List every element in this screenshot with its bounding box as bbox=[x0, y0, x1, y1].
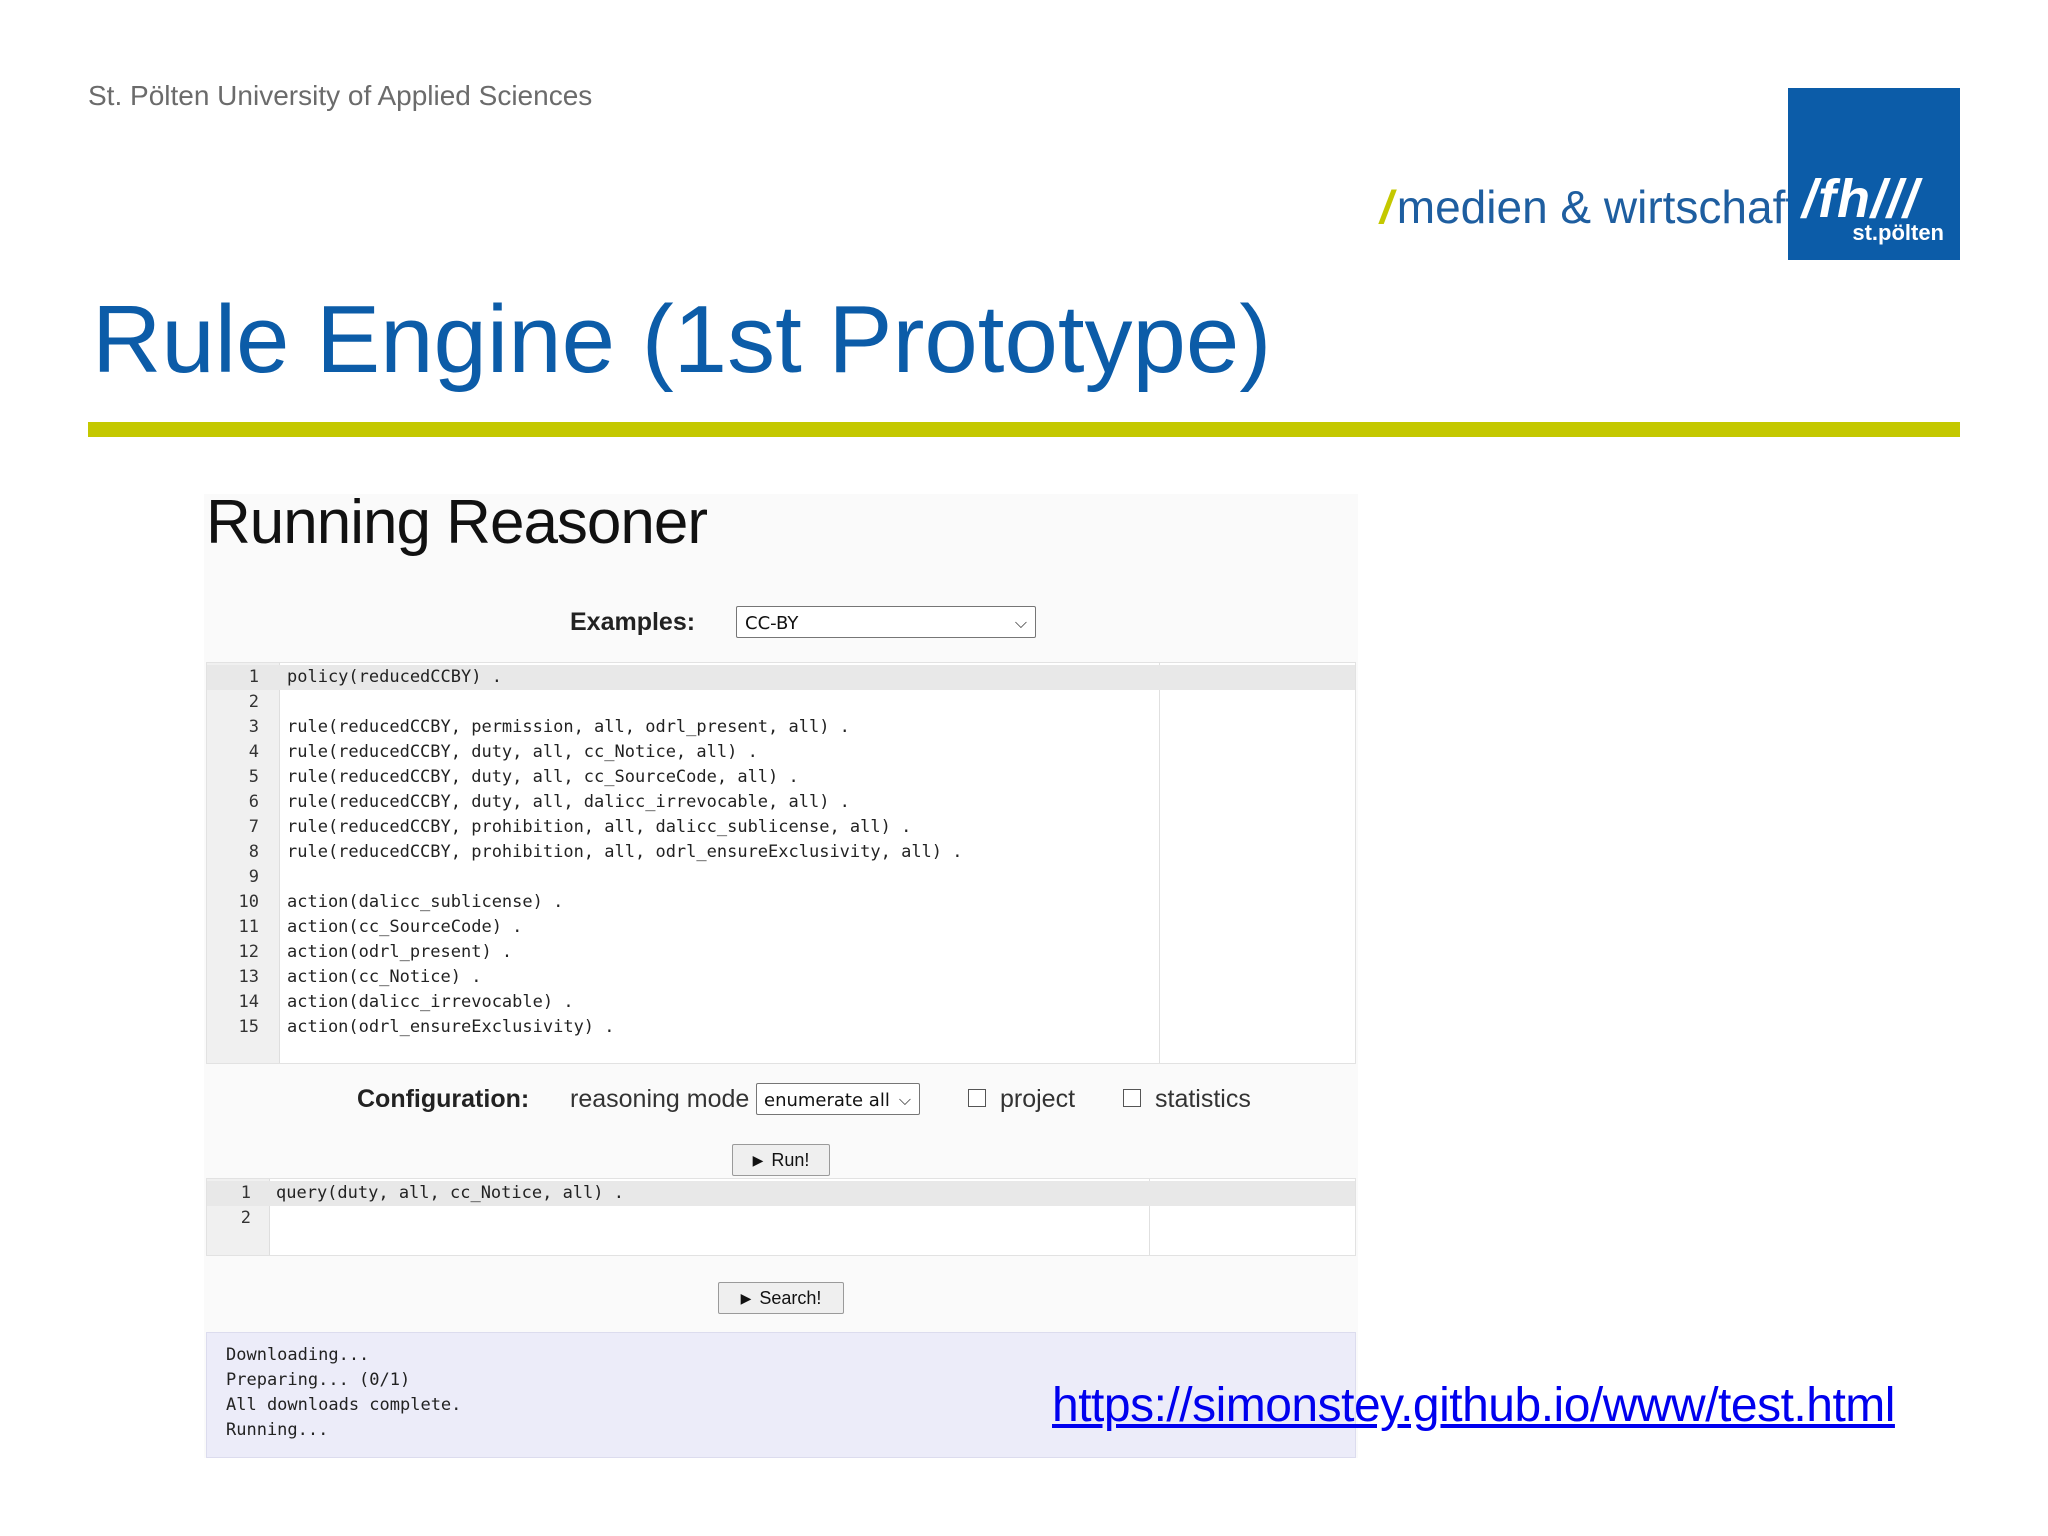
output-line: Preparing... (0/1) bbox=[226, 1370, 411, 1390]
project-checkbox[interactable] bbox=[968, 1089, 986, 1107]
line-number: 14 bbox=[238, 992, 259, 1012]
code-line: 14 action(dalicc_irrevocable) . bbox=[207, 990, 1355, 1015]
logo-main-text: /fh/// bbox=[1802, 169, 1919, 229]
line-number: 3 bbox=[248, 717, 259, 737]
line-number: 5 bbox=[248, 767, 259, 787]
statistics-checkbox[interactable] bbox=[1123, 1089, 1141, 1107]
line-number: 4 bbox=[248, 742, 259, 762]
logo-sub-text: st.pölten bbox=[1852, 220, 1944, 245]
code-text: action(dalicc_sublicense) . bbox=[287, 892, 564, 912]
output-line: Downloading... bbox=[226, 1345, 370, 1365]
line-number: 8 bbox=[248, 842, 259, 862]
line-number: 1 bbox=[248, 667, 259, 687]
program-editor[interactable]: 1 policy(reducedCCBY) . 2 3 rule(reducedCCBY… bbox=[206, 662, 1356, 1064]
line-number: 13 bbox=[238, 967, 259, 987]
play-icon: ▶ bbox=[752, 1151, 764, 1168]
statistics-label: statistics bbox=[1155, 1085, 1251, 1113]
line-number: 6 bbox=[248, 792, 259, 812]
code-line: 12 action(odrl_present) . bbox=[207, 940, 1355, 965]
code-text: rule(reducedCCBY, duty, all, dalicc_irre… bbox=[287, 792, 850, 812]
search-button-label: Search! bbox=[759, 1287, 822, 1308]
fh-logo: /fh/// st.pölten bbox=[1788, 88, 1960, 260]
examples-selected-value: CC-BY bbox=[745, 613, 799, 634]
code-text: query(duty, all, cc_Notice, all) . bbox=[276, 1183, 624, 1203]
output-line: Running... bbox=[226, 1420, 329, 1440]
code-text: rule(reducedCCBY, duty, all, cc_Notice, … bbox=[287, 742, 758, 762]
query-editor[interactable]: 1 query(duty, all, cc_Notice, all) . 2 bbox=[206, 1178, 1356, 1256]
code-text: policy(reducedCCBY) . bbox=[287, 667, 502, 687]
line-number: 12 bbox=[238, 942, 259, 962]
line-number: 7 bbox=[248, 817, 259, 837]
code-text: action(cc_Notice) . bbox=[287, 967, 482, 987]
code-text: rule(reducedCCBY, permission, all, odrl_… bbox=[287, 717, 850, 737]
line-number: 2 bbox=[240, 1208, 251, 1228]
line-number: 15 bbox=[238, 1017, 259, 1037]
run-button-label: Run! bbox=[771, 1149, 810, 1170]
reasoning-mode-select[interactable]: enumerate all ⌵ bbox=[756, 1083, 920, 1115]
project-label: project bbox=[1000, 1085, 1076, 1113]
line-number: 11 bbox=[238, 917, 259, 937]
code-text: rule(reducedCCBY, duty, all, cc_SourceCo… bbox=[287, 767, 799, 787]
code-line: 8 rule(reducedCCBY, prohibition, all, odr… bbox=[207, 840, 1355, 865]
code-line: 13 action(cc_Notice) . bbox=[207, 965, 1355, 990]
reasoning-mode-value: enumerate all bbox=[764, 1090, 890, 1111]
code-text: rule(reducedCCBY, prohibition, all, odrl… bbox=[287, 842, 963, 862]
code-line: 15 action(odrl_ensureExclusivity) . bbox=[207, 1015, 1355, 1040]
app-heading: Running Reasoner bbox=[206, 488, 708, 557]
code-line: 1 query(duty, all, cc_Notice, all) . bbox=[207, 1181, 1355, 1206]
code-line: 10 action(dalicc_sublicense) . bbox=[207, 890, 1355, 915]
demo-link[interactable]: https://simonstey.github.io/www/test.htm… bbox=[1052, 1378, 1895, 1433]
code-line: 4 rule(reducedCCBY, duty, all, cc_Notice,… bbox=[207, 740, 1355, 765]
reasoning-mode-label: reasoning mode bbox=[570, 1085, 750, 1113]
brand-text: medien & wirtschaft bbox=[1396, 181, 1799, 233]
play-icon: ▶ bbox=[740, 1289, 752, 1306]
code-line: 5 rule(reducedCCBY, duty, all, cc_SourceC… bbox=[207, 765, 1355, 790]
run-button[interactable]: ▶ Run! bbox=[732, 1144, 830, 1176]
chevron-down-icon: ⌵ bbox=[898, 1090, 911, 1109]
code-line: 11 action(cc_SourceCode) . bbox=[207, 915, 1355, 940]
title-divider bbox=[88, 422, 1960, 437]
search-button[interactable]: ▶ Search! bbox=[718, 1282, 844, 1314]
line-number: 10 bbox=[238, 892, 259, 912]
line-number: 2 bbox=[248, 692, 259, 712]
output-line: All downloads complete. bbox=[226, 1395, 462, 1415]
code-line: 7 rule(reducedCCBY, prohibition, all, dal… bbox=[207, 815, 1355, 840]
line-number: 9 bbox=[248, 867, 259, 887]
code-text: action(cc_SourceCode) . bbox=[287, 917, 523, 937]
code-line: 2 bbox=[207, 690, 1355, 715]
brand-tagline: /medien & wirtschaft bbox=[1380, 180, 1798, 234]
examples-label: Examples: bbox=[570, 608, 696, 636]
code-text: action(odrl_present) . bbox=[287, 942, 513, 962]
code-text: action(odrl_ensureExclusivity) . bbox=[287, 1017, 615, 1037]
chevron-down-icon: ⌵ bbox=[1014, 613, 1027, 632]
university-name: St. Pölten University of Applied Science… bbox=[88, 80, 593, 111]
code-text: rule(reducedCCBY, prohibition, all, dali… bbox=[287, 817, 912, 837]
code-line: 6 rule(reducedCCBY, duty, all, dalicc_irr… bbox=[207, 790, 1355, 815]
examples-select[interactable]: CC-BY ⌵ bbox=[736, 606, 1036, 638]
code-text: action(dalicc_irrevocable) . bbox=[287, 992, 574, 1012]
code-line: 2 bbox=[207, 1206, 1355, 1231]
brand-slash: / bbox=[1380, 181, 1393, 233]
code-line: 9 bbox=[207, 865, 1355, 890]
configuration-label: Configuration: bbox=[357, 1085, 530, 1113]
code-line: 3 rule(reducedCCBY, permission, all, odrl… bbox=[207, 715, 1355, 740]
slide-title: Rule Engine (1st Prototype) bbox=[92, 286, 1272, 393]
line-number: 1 bbox=[240, 1183, 251, 1203]
code-line: 1 policy(reducedCCBY) . bbox=[207, 665, 1355, 690]
